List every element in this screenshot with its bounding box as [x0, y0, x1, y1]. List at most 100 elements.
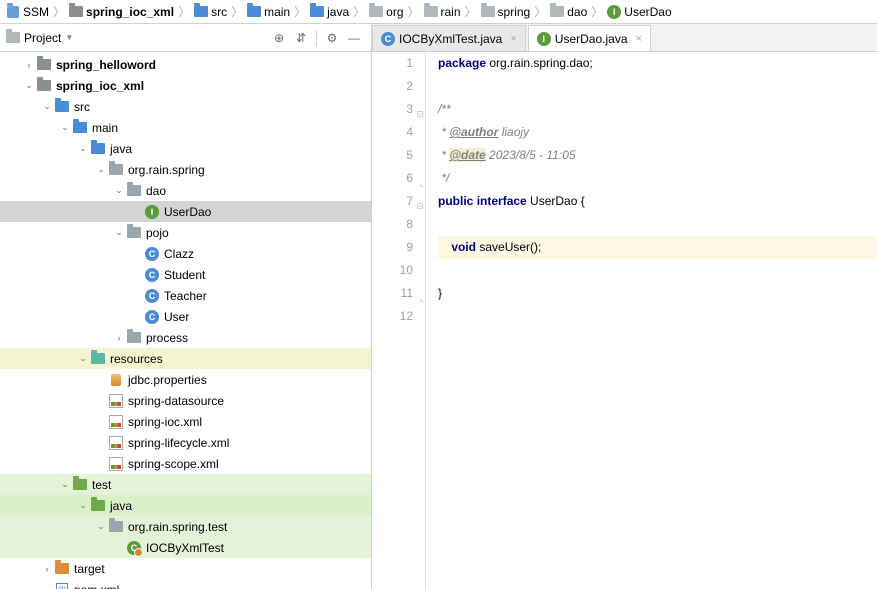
code-line[interactable]: /**	[438, 98, 877, 121]
code-line[interactable]: * @date 2023/8/5 - 11:05	[438, 144, 877, 167]
fold-marker[interactable]: ⌞	[414, 287, 424, 310]
code-line[interactable]	[438, 75, 877, 98]
tree-node[interactable]: spring-ioc.xml	[0, 411, 371, 432]
locate-button[interactable]: ⊕	[268, 27, 290, 49]
breadcrumb-item[interactable]: SSM	[4, 5, 51, 19]
hide-button[interactable]: —	[343, 27, 365, 49]
close-icon[interactable]: ×	[510, 33, 516, 45]
tree-arrow[interactable]: ›	[40, 564, 54, 574]
folder-icon	[36, 57, 52, 73]
editor-tab[interactable]: CIOCByXmlTest.java×	[372, 25, 526, 51]
tree-arrow[interactable]: ⌄	[58, 122, 72, 133]
editor-tabs[interactable]: CIOCByXmlTest.java×IUserDao.java×	[372, 24, 877, 52]
breadcrumb-item[interactable]: dao	[548, 5, 589, 19]
tree-node[interactable]: ⌄resources	[0, 348, 371, 369]
tree-arrow[interactable]: ⌄	[112, 227, 126, 238]
close-icon[interactable]: ×	[636, 33, 642, 45]
tree-node[interactable]: pom.xml	[0, 579, 371, 589]
tree-node[interactable]: CUser	[0, 306, 371, 327]
fold-marker[interactable]: ⌞	[414, 172, 424, 195]
code-body[interactable]: package org.rain.spring.dao; /** * @autho…	[426, 52, 877, 589]
breadcrumb-item[interactable]: org	[367, 5, 405, 19]
tree-node[interactable]: ⌄ test	[0, 474, 371, 495]
line-number: 4	[372, 121, 413, 144]
tree-node[interactable]: ⌄main	[0, 117, 371, 138]
tree-node[interactable]: CClazz	[0, 243, 371, 264]
tree-arrow[interactable]: ⌄	[94, 164, 108, 175]
tree-node[interactable]: ⌄spring_ioc_xml	[0, 75, 371, 96]
code-line[interactable]	[438, 305, 877, 328]
gear-icon[interactable]: ⚙	[321, 27, 343, 49]
tree-node[interactable]: jdbc.properties	[0, 369, 371, 390]
code-line[interactable]: */	[438, 167, 877, 190]
tree-node[interactable]: ⌄org.rain.spring.test	[0, 516, 371, 537]
tree-node[interactable]: ⌄src	[0, 96, 371, 117]
code-line[interactable]: public interface UserDao {	[438, 190, 877, 213]
breadcrumb-item[interactable]: src	[192, 5, 229, 19]
code-line[interactable]	[438, 213, 877, 236]
package-icon	[126, 330, 142, 346]
tree-node[interactable]: ⌄ org.rain.spring	[0, 159, 371, 180]
breadcrumb-item[interactable]: java	[308, 5, 351, 19]
tree-node[interactable]: ⌄dao	[0, 180, 371, 201]
tree-node[interactable]: ›process	[0, 327, 371, 348]
collapse-button[interactable]: ⇵	[290, 27, 312, 49]
tree-node[interactable]: ⌄java	[0, 495, 371, 516]
breadcrumb-item[interactable]: spring_ioc_xml	[67, 5, 176, 19]
xml-icon	[108, 435, 124, 451]
tree-label: org.rain.spring	[128, 163, 205, 177]
class-icon: C	[144, 288, 160, 304]
breadcrumb-item[interactable]: IUserDao	[605, 5, 673, 19]
interface-icon: I	[537, 32, 551, 46]
tree-arrow[interactable]: ⌄	[76, 500, 90, 511]
tree-arrow[interactable]: ›	[22, 60, 36, 70]
line-number: 11	[372, 282, 413, 305]
tree-node[interactable]: IUserDao	[0, 201, 371, 222]
breadcrumb-item[interactable]: main	[245, 5, 292, 19]
tree-arrow[interactable]: ⌄	[22, 80, 36, 91]
code-line[interactable]: }	[438, 282, 877, 305]
tree-arrow[interactable]: ⌄	[76, 143, 90, 154]
project-tree[interactable]: › spring_helloword ⌄spring_ioc_xml⌄src⌄mai…	[0, 52, 371, 589]
tree-arrow[interactable]: ⌄	[112, 185, 126, 196]
tree-arrow[interactable]: ⌄	[94, 521, 108, 532]
code-line[interactable]: package org.rain.spring.dao;	[438, 52, 877, 75]
code-line[interactable]: void saveUser();	[438, 236, 877, 259]
tree-node[interactable]: CStudent	[0, 264, 371, 285]
project-dropdown[interactable]: Project ▼	[6, 31, 73, 45]
chevron-right-icon: 〉	[532, 3, 548, 20]
folder-icon	[247, 5, 261, 19]
xml-icon	[108, 456, 124, 472]
tree-node[interactable]: spring-lifecycle.xml	[0, 432, 371, 453]
tree-node[interactable]: CIOCByXmlTest	[0, 537, 371, 558]
editor-tab[interactable]: IUserDao.java×	[528, 25, 651, 51]
tree-node[interactable]: ⌄ java	[0, 138, 371, 159]
tree-node[interactable]: ›target	[0, 558, 371, 579]
tree-node[interactable]: › spring_helloword	[0, 54, 371, 75]
breadcrumb[interactable]: SSM〉spring_ioc_xml〉src〉main〉java〉org〉rai…	[0, 0, 877, 24]
breadcrumb-label: spring	[498, 5, 531, 19]
code-line[interactable]: * @author liaojy	[438, 121, 877, 144]
tree-label: spring_helloword	[56, 58, 156, 72]
tree-arrow[interactable]: ⌄	[40, 101, 54, 112]
tree-label: java	[110, 142, 132, 156]
breadcrumb-item[interactable]: rain	[422, 5, 463, 19]
tree-arrow[interactable]: ⌄	[58, 479, 72, 490]
tree-arrow[interactable]: ⌄	[76, 353, 90, 364]
breadcrumb-item[interactable]: spring	[479, 5, 533, 19]
fold-marker[interactable]: ⊟	[414, 103, 424, 126]
fold-marker[interactable]: ⊟	[414, 195, 424, 218]
tree-label: test	[92, 478, 111, 492]
code-line[interactable]	[438, 259, 877, 282]
tree-label: spring-ioc.xml	[128, 415, 202, 429]
tree-node[interactable]: CTeacher	[0, 285, 371, 306]
package-icon	[126, 183, 142, 199]
interface-icon: I	[607, 5, 621, 19]
tree-node[interactable]: spring-datasource	[0, 390, 371, 411]
tree-node[interactable]: spring-scope.xml	[0, 453, 371, 474]
tree-arrow[interactable]: ›	[112, 333, 126, 343]
folder-icon	[90, 351, 106, 367]
code-editor[interactable]: 123⊟456⌞7⊟891011⌞12 package org.rain.spr…	[372, 52, 877, 589]
class-icon: C	[144, 309, 160, 325]
tree-node[interactable]: ⌄pojo	[0, 222, 371, 243]
